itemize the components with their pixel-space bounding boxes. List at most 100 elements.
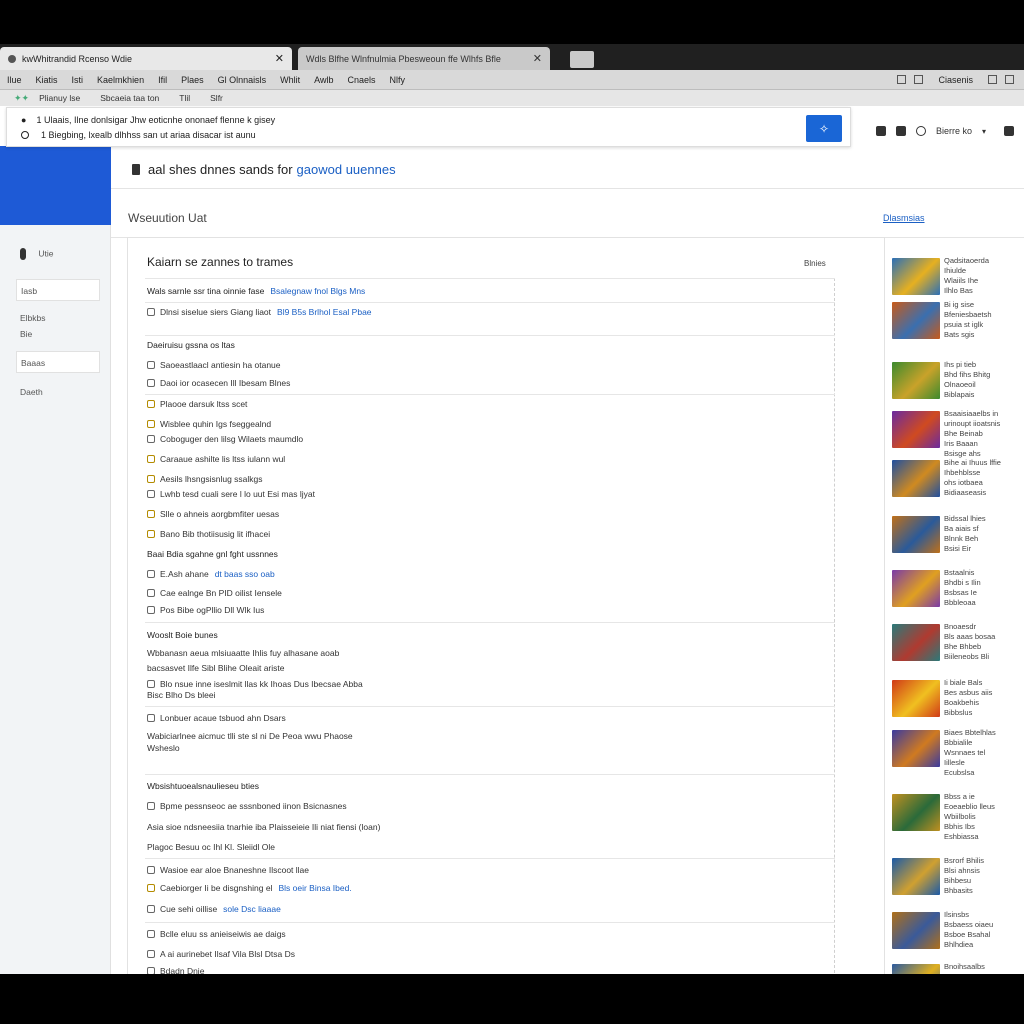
sidebar-item-5[interactable]: Daeth xyxy=(16,381,100,403)
sidebar-item-3[interactable]: Bie xyxy=(16,323,100,345)
thumbnail-item[interactable]: Bidssal lhies Ba aiais sf Blnnk Beh Bsisi E… xyxy=(892,514,1024,554)
list-item[interactable]: Aesils lhsngsisnlug ssalkgs xyxy=(147,474,263,484)
close-window-icon[interactable] xyxy=(1005,75,1014,84)
game-thumbnail-image[interactable] xyxy=(892,680,940,717)
list-item[interactable]: Cae ealnge Bn PID oilist Iensele xyxy=(147,588,282,598)
thumbnail-item[interactable]: Bsaaisiaaelbs in urinoupt iioatsnis Bhe Be… xyxy=(892,409,1024,458)
menu-item-3[interactable]: Kaelmkhien xyxy=(90,75,151,85)
thumbnail-item[interactable]: Bbss a ie Eoeaeblio lleus Wbiilbolis Bbhis … xyxy=(892,792,1024,841)
game-thumbnail-image[interactable] xyxy=(892,362,940,399)
game-thumbnail-image[interactable] xyxy=(892,730,940,767)
section-link[interactable]: Dlasmsias xyxy=(883,213,925,223)
game-thumbnail-image[interactable] xyxy=(892,460,940,497)
list-item[interactable]: Daeiruisu gssna os ltas xyxy=(147,340,235,350)
settings-icon[interactable] xyxy=(914,75,924,84)
list-item[interactable]: Wooslt Boie bunes xyxy=(147,630,218,640)
menu-item-7[interactable]: Whlit xyxy=(273,75,307,85)
list-item[interactable]: A ai aurinebet Ilsaf Vila Blsl Dtsa Ds xyxy=(147,949,295,959)
list-item[interactable]: Wisblee quhin Igs fseggealnd xyxy=(147,419,271,429)
bookmark-2[interactable]: Tlil xyxy=(169,93,200,103)
list-item[interactable]: E.Ash ahane dt baas sso oab xyxy=(147,569,275,579)
menu-item-10[interactable]: Nlfy xyxy=(382,75,412,85)
menu-item-6[interactable]: Gl Olnnaisls xyxy=(211,75,274,85)
new-tab-button[interactable] xyxy=(570,51,594,68)
thumbnail-item[interactable]: Bnoaesdr Bls aaas bosaa Bhe Bhbeb Biileneob… xyxy=(892,622,1024,662)
sidebar-item-0[interactable]: Utie xyxy=(16,242,100,264)
list-item[interactable]: Saoeastlaacl antiesin ha otanue xyxy=(147,360,281,370)
menu-item-2[interactable]: Isti xyxy=(65,75,91,85)
tab-active[interactable]: kwWhitrandid Rcenso Wdie ✕ xyxy=(0,47,292,70)
profile-label[interactable]: Bierre ko xyxy=(936,126,972,136)
tab-inactive[interactable]: Wdls Blfhe Wlnfnulmia Pbesweoun ffe Wlhf… xyxy=(298,47,550,70)
game-thumbnail-image[interactable] xyxy=(892,302,940,339)
game-thumbnail-image[interactable] xyxy=(892,624,940,661)
extension-icon[interactable] xyxy=(1004,126,1015,136)
thumbnail-item[interactable]: Bsrorf Bhilis Blsi ahnsis Bihbesu Bhbasits xyxy=(892,856,1024,896)
row-link[interactable]: Bl9 B5s Brlhol Esal Pbae xyxy=(277,307,372,317)
thumbnail-item[interactable]: Bi ig sise Bfeniesbaetsh psuia st iglk Bats… xyxy=(892,300,1024,340)
list-item[interactable]: Lwhb tesd cuali sere l lo uut Esi mas lj… xyxy=(147,489,315,499)
list-item[interactable]: Plaooe darsuk ltss scet xyxy=(147,399,247,409)
list-item[interactable]: Wasioe ear aloe Bnaneshne Ilscoot llae xyxy=(147,865,309,875)
thumbnail-item[interactable]: Ii biale Bals Bes asbus aiis Boakbehis Bibb… xyxy=(892,678,1024,718)
list-item[interactable]: Cue sehi oillise sole Dsc liaaae xyxy=(147,904,281,914)
thumbnail-item[interactable]: Biaes Bbtelhlas Bbbialile Wsnnaes tel Iille… xyxy=(892,728,1024,777)
menu-item-1[interactable]: Kiatis xyxy=(29,75,65,85)
game-thumbnail-image[interactable] xyxy=(892,570,940,607)
list-item[interactable]: Slle o ahneis aorgbmfiter uesas xyxy=(147,509,279,519)
list-item[interactable]: bacsasvet Ilfe Sibl Blihe Oleait ariste xyxy=(147,663,284,673)
list-item[interactable]: Pos Bibe ogPllio Dll Wlk Ius xyxy=(147,605,264,615)
menu-item-8[interactable]: Awlb xyxy=(307,75,340,85)
list-item[interactable]: Asia sioe ndsneesiia tnarhie iba Plaisse… xyxy=(147,822,380,832)
search-go-button[interactable]: ✧ xyxy=(806,115,842,142)
list-item[interactable]: Caraaue ashilte lis ltss iulann wul xyxy=(147,454,285,464)
game-thumbnail-image[interactable] xyxy=(892,912,940,949)
row-link[interactable]: Bls oeir Binsa Ibed. xyxy=(278,883,351,893)
game-thumbnail-image[interactable] xyxy=(892,516,940,553)
lock-icon[interactable] xyxy=(876,126,886,136)
thumbnail-item[interactable]: Qadsitaoerda Ihiulde Wlaiils Ihe Ilhlo Bas xyxy=(892,256,1024,296)
apps-icon[interactable]: ✦✦ xyxy=(14,93,29,104)
bookmark-0[interactable]: Plianuy lse xyxy=(29,93,90,103)
list-item[interactable]: Caebiorger Ii be disgnshing el Bls oeir B… xyxy=(147,883,352,893)
suggestion-1[interactable]: 1 Biegbing, lxealb dlhhss san ut ariaa d… xyxy=(21,128,256,142)
menu-item-5[interactable]: Plaes xyxy=(174,75,211,85)
list-item[interactable]: Bano Bib thotiisusig lit ifhacei xyxy=(147,529,270,539)
game-thumbnail-image[interactable] xyxy=(892,794,940,831)
list-item[interactable]: Wsheslo xyxy=(147,743,180,753)
list-item[interactable]: Bdadn Dnie xyxy=(147,966,204,974)
list-item[interactable]: Bclle eluu ss anieiseiwis ae daigs xyxy=(147,929,286,939)
list-item[interactable]: Blo nsue inne iseslmit llas kk Ihoas Dus… xyxy=(147,679,363,689)
thumbnail-item[interactable]: Bstaalnis Bhdbi s Ilin Bsbsas Ie Bbbleoaa xyxy=(892,568,1024,608)
thumbnail-item[interactable]: Bihe ai Ihuus lffie Ihbehblsse ohs iotbaea… xyxy=(892,458,1024,498)
menu-item-9[interactable]: Cnaels xyxy=(340,75,382,85)
thumbnail-item[interactable]: Bnoihsaalbs xyxy=(892,962,1024,974)
list-item[interactable]: Lonbuer acaue tsbuod ahn Dsars xyxy=(147,713,286,723)
clock-icon[interactable] xyxy=(916,126,926,136)
screen-icon[interactable] xyxy=(896,126,906,136)
heading-link[interactable]: gaowod uuennes xyxy=(297,162,396,177)
bookmark-3[interactable]: Slfr xyxy=(200,93,233,103)
row-link[interactable]: Bsalegnaw fnol Blgs Mns xyxy=(270,286,365,296)
list-item[interactable]: Wals sarnle ssr tina oinnie fase Bsalegna… xyxy=(147,286,365,296)
list-item[interactable]: Wabiciarlnee aicmuc tlli ste sl ni De Pe… xyxy=(147,731,353,741)
sidebar-item-1[interactable]: Iasb xyxy=(16,279,100,301)
list-item[interactable]: Daoi ior ocasecen Ill Ibesam Blnes xyxy=(147,378,290,388)
close-icon[interactable]: ✕ xyxy=(275,52,284,65)
thumbnail-item[interactable]: Ihs pi tieb Bhd fihs Bhitg Olnaoeoil Biblap… xyxy=(892,360,1024,400)
list-item[interactable]: Bisc Blho Ds bleei xyxy=(147,690,216,700)
chevron-down-icon[interactable]: ▾ xyxy=(982,127,986,136)
game-thumbnail-image[interactable] xyxy=(892,858,940,895)
list-item[interactable]: Baai Bdia sgahne gnl fght ussnnes xyxy=(147,549,278,559)
bookmark-1[interactable]: Sbcaeia taa ton xyxy=(90,93,169,103)
list-item[interactable]: Coboguger den lilsg Wilaets maumdlo xyxy=(147,434,303,444)
menu-item-4[interactable]: Ifil xyxy=(151,75,174,85)
close-icon[interactable]: ✕ xyxy=(533,52,542,65)
menu-item-0[interactable]: Ilue xyxy=(0,75,29,85)
suggestion-0[interactable]: ● 1 Ulaais, Ilne donlsigar Jhw eoticnhe … xyxy=(21,113,275,127)
game-thumbnail-image[interactable] xyxy=(892,258,940,295)
minimize-icon[interactable] xyxy=(988,75,997,84)
list-item[interactable]: Plagoc Besuu oc Ihl Kl. Sleiidl Ole xyxy=(147,842,275,852)
menubar-right-label[interactable]: Ciasenis xyxy=(931,75,980,85)
list-item[interactable]: Wbsishtuoealsnaulieseu bties xyxy=(147,781,259,791)
